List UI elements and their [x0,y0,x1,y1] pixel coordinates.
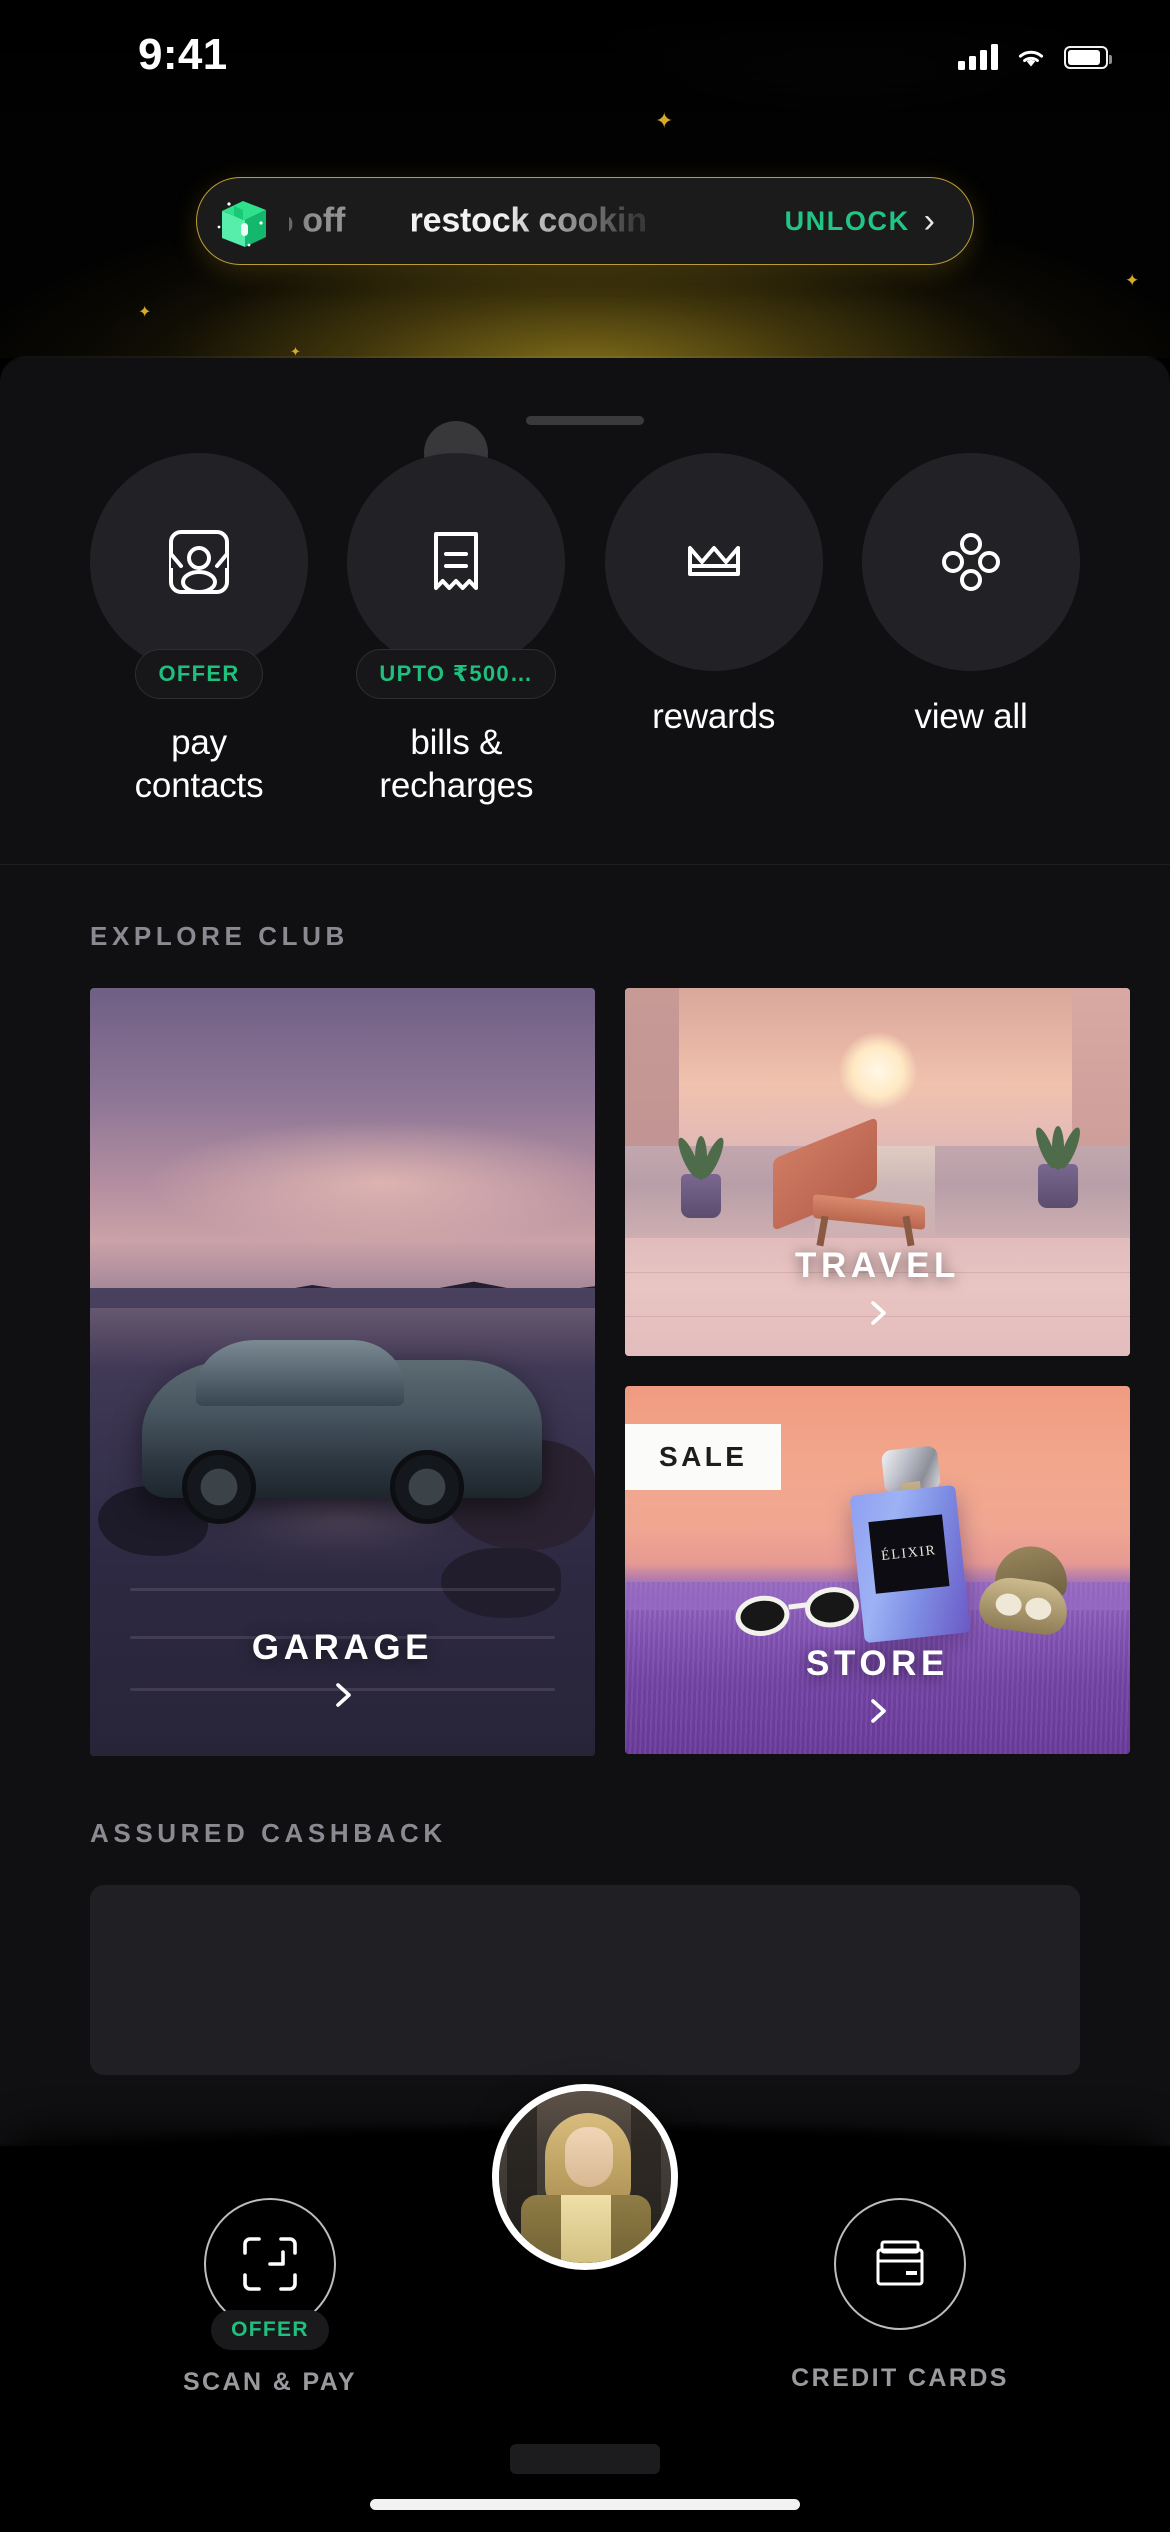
quick-action-label: bills & recharges [379,721,533,808]
promo-text-marquee: % off restock cookin [289,178,767,264]
earbuds-case [976,1540,1077,1638]
quick-action-label-line2: recharges [379,766,534,806]
quick-action-icon-wrap [347,453,566,671]
nav-item-profile[interactable] [492,2084,678,2270]
quick-action-label-line1: pay [171,723,227,762]
cellular-bars-icon [958,44,998,70]
assured-cashback-title: ASSURED CASHBACK [90,1817,447,1848]
credit-card-icon [876,2240,924,2286]
home-indicator[interactable] [370,2499,800,2510]
contact-card-icon [169,530,229,594]
wifi-icon [1018,50,1044,67]
quick-action-rewards[interactable]: rewards [604,453,823,808]
quick-action-icon-wrap [90,453,308,671]
quick-action-label-line1: rewards [652,697,776,736]
promo-unlock-label: UNLOCK [784,205,910,236]
profile-avatar [499,2091,671,2263]
promo-banner[interactable]: % off restock cookin UNLOCK › [196,177,974,265]
quick-action-label-line1: bills & [410,723,503,762]
nav-item-scan-pay[interactable]: OFFER SCAN & PAY [170,2198,370,2397]
quick-action-icon-wrap [861,453,1080,671]
receipt-icon [434,532,479,590]
crown-icon [687,546,740,576]
gift-bag-icon [197,189,289,253]
chevron-right-icon: › [923,202,935,240]
quick-action-badge: OFFER [135,649,263,699]
nav-item-credit-cards[interactable]: CREDIT CARDS [791,2198,1006,2393]
sale-badge: SALE [625,1423,782,1490]
assured-cashback-list [0,1849,1170,2075]
explore-club-grid: GARAGE TRAVEL ÉLIXIR SALE STORE [0,952,1170,1756]
nav-center-shelf [510,2444,660,2474]
status-bar: 9:41 [0,0,1170,110]
quick-actions-row: OFFER pay contacts UPTO ₹500… bills & re… [0,421,1170,808]
sparkle-icon: ✦ [1125,271,1140,290]
scan-frame-icon [243,2237,297,2291]
explore-card-garage[interactable]: GARAGE [90,987,595,1756]
quick-action-badge: UPTO ₹500… [356,649,557,699]
quick-action-pay-contacts[interactable]: OFFER pay contacts [90,453,308,808]
status-time: 9:41 [138,30,228,79]
content-sheet: OFFER pay contacts UPTO ₹500… bills & re… [0,358,1170,2146]
promo-unlock-button[interactable]: UNLOCK › [767,204,973,238]
quick-action-label: rewards [652,695,775,738]
quick-action-label-line1: view all [914,697,1028,736]
drag-handle[interactable] [526,416,644,425]
quick-action-label: pay contacts [135,721,264,808]
quick-action-icon-wrap [604,453,823,671]
quick-action-label: view all [914,695,1027,738]
plant-decoration [674,1135,728,1218]
plant-decoration [1032,1125,1084,1208]
quick-action-label-line2: contacts [134,766,264,806]
four-dots-icon [941,533,1000,591]
explore-card-store[interactable]: ÉLIXIR SALE STORE [625,1385,1130,1754]
explore-club-title: EXPLORE CLUB [90,920,349,951]
promo-offer-text: restock cookin [409,201,647,240]
promo-discount: % off [289,201,346,240]
bottom-navigation-bar: OFFER SCAN & PAY CREDIT CARDS [0,2084,1170,2532]
lounge-chair [773,1116,925,1247]
sparkle-icon: ✦ [138,304,152,321]
quick-action-bills-recharges[interactable]: UPTO ₹500… bills & recharges [347,421,566,808]
cashback-card[interactable] [90,1884,1080,2075]
nav-label: SCAN & PAY [182,2368,358,2396]
status-indicators [958,44,1112,70]
battery-icon [1064,45,1112,69]
nav-icon-wrap [834,2198,966,2330]
garage-artwork [90,987,595,1756]
sparkle-icon: ✦ [655,108,674,133]
explore-card-travel[interactable]: TRAVEL [625,987,1130,1356]
sparkle-icon: ✦ [290,344,301,358]
travel-artwork [625,987,1130,1356]
nav-badge: OFFER [211,2310,329,2350]
nav-label: CREDIT CARDS [791,2364,1009,2392]
quick-action-view-all[interactable]: view all [861,453,1080,808]
